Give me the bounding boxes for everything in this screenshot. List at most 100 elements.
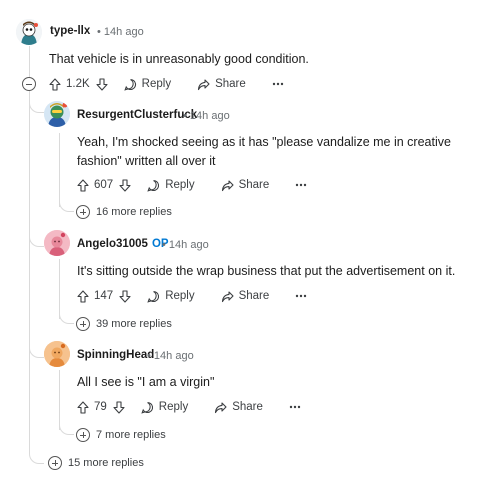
upvote-button[interactable]: 1.2K bbox=[49, 77, 90, 91]
reply-icon bbox=[141, 401, 153, 414]
reply-button[interactable]: Reply bbox=[123, 78, 172, 91]
more-replies-label: 7 more replies bbox=[96, 429, 166, 441]
share-icon bbox=[221, 179, 234, 191]
upvote-icon bbox=[49, 77, 61, 91]
reply-icon bbox=[147, 290, 160, 303]
comment-meta: • 14h ago bbox=[183, 110, 230, 122]
ellipsis-icon bbox=[296, 183, 307, 187]
thread-curve bbox=[59, 311, 74, 324]
downvote-button[interactable] bbox=[113, 400, 125, 414]
comment-body: It's sitting outside the wrap business t… bbox=[77, 264, 456, 278]
username-link[interactable]: Angelo31005 bbox=[77, 238, 148, 250]
upvote-button[interactable]: 79 bbox=[77, 400, 107, 414]
thread-curve bbox=[29, 234, 44, 247]
ellipsis-icon bbox=[289, 405, 301, 409]
reply-button[interactable]: Reply bbox=[147, 179, 195, 192]
plus-circle-icon bbox=[76, 317, 90, 331]
comment-actions: 1.2K Reply Share bbox=[49, 74, 284, 94]
upvote-icon bbox=[77, 289, 89, 303]
comment-meta: • 14h ago bbox=[97, 26, 144, 38]
comment-body: All I see is "I am a virgin" bbox=[77, 375, 215, 389]
upvote-button[interactable]: 607 bbox=[77, 178, 114, 192]
thread-curve bbox=[59, 199, 74, 212]
reply-label: Reply bbox=[165, 179, 195, 191]
more-options-button[interactable] bbox=[289, 405, 301, 409]
more-replies-label: 16 more replies bbox=[96, 206, 172, 218]
upvote-icon bbox=[77, 178, 89, 192]
downvote-button[interactable] bbox=[119, 178, 131, 192]
share-icon bbox=[215, 401, 227, 413]
comment-meta: • 14h ago bbox=[162, 239, 209, 251]
reply-button[interactable]: Reply bbox=[147, 290, 195, 303]
thread-more-replies-button[interactable]: 15 more replies bbox=[48, 456, 144, 470]
avatar[interactable] bbox=[16, 19, 42, 45]
reply-label: Reply bbox=[165, 290, 195, 302]
more-replies-button[interactable]: 39 more replies bbox=[76, 317, 172, 331]
reply-icon bbox=[123, 78, 136, 91]
avatar[interactable] bbox=[44, 230, 70, 256]
separator-dot: • bbox=[97, 26, 101, 38]
more-replies-button[interactable]: 7 more replies bbox=[76, 428, 166, 442]
downvote-icon bbox=[96, 77, 108, 91]
more-options-button[interactable] bbox=[295, 294, 307, 298]
more-options-button[interactable] bbox=[295, 183, 307, 187]
timestamp[interactable]: 14h ago bbox=[190, 110, 230, 122]
share-label: Share bbox=[215, 78, 246, 90]
comment-actions: 79 Reply Share bbox=[77, 397, 301, 417]
comment-actions: 147 Reply Share bbox=[77, 286, 307, 306]
plus-circle-icon bbox=[76, 205, 90, 219]
timestamp[interactable]: 14h ago bbox=[169, 239, 209, 251]
username[interactable]: type-llx bbox=[50, 25, 90, 37]
downvote-button[interactable] bbox=[119, 289, 131, 303]
thread-line-child[interactable] bbox=[59, 133, 60, 207]
separator-dot: • bbox=[183, 110, 187, 122]
reply-icon bbox=[147, 179, 160, 192]
share-icon bbox=[198, 78, 210, 90]
avatar[interactable] bbox=[44, 341, 70, 367]
thread-curve bbox=[29, 100, 44, 113]
timestamp[interactable]: 14h ago bbox=[154, 350, 194, 362]
reply-label: Reply bbox=[158, 401, 189, 413]
separator-dot: • bbox=[162, 239, 166, 251]
thread-curve bbox=[29, 451, 44, 464]
more-options-button[interactable] bbox=[272, 82, 284, 86]
reply-button[interactable]: Reply bbox=[141, 401, 188, 414]
share-label: Share bbox=[238, 179, 270, 191]
username[interactable]: ResurgentClusterfuck bbox=[77, 109, 197, 121]
ellipsis-icon bbox=[272, 82, 283, 86]
downvote-icon bbox=[119, 289, 131, 303]
downvote-icon bbox=[119, 178, 131, 192]
thread-curve bbox=[29, 345, 44, 358]
vote-count: 607 bbox=[94, 179, 114, 191]
more-replies-label: 39 more replies bbox=[96, 318, 172, 330]
downvote-button[interactable] bbox=[96, 77, 108, 91]
share-icon bbox=[221, 290, 234, 302]
plus-circle-icon bbox=[48, 456, 62, 470]
vote-count: 147 bbox=[94, 290, 114, 302]
share-label: Share bbox=[238, 290, 270, 302]
timestamp[interactable]: 14h ago bbox=[104, 26, 144, 38]
upvote-button[interactable]: 147 bbox=[77, 289, 114, 303]
reply-label: Reply bbox=[141, 78, 172, 90]
share-button[interactable]: Share bbox=[197, 78, 246, 91]
separator-dot: • bbox=[147, 350, 151, 362]
vote-count: 1.2K bbox=[66, 78, 90, 90]
thread-line-child[interactable] bbox=[59, 259, 60, 319]
share-button[interactable]: Share bbox=[221, 179, 270, 192]
username[interactable]: SpinningHead bbox=[77, 349, 154, 361]
thread-curve bbox=[59, 422, 74, 435]
vote-count: 79 bbox=[94, 401, 107, 413]
more-replies-button[interactable]: 16 more replies bbox=[76, 205, 172, 219]
share-button[interactable]: Share bbox=[214, 401, 263, 414]
share-label: Share bbox=[232, 401, 263, 413]
collapse-thread-button[interactable] bbox=[22, 77, 36, 91]
ellipsis-icon bbox=[296, 294, 307, 298]
comment-body: That vehicle is in unreasonably good con… bbox=[49, 52, 309, 66]
plus-circle-icon bbox=[76, 428, 90, 442]
downvote-icon bbox=[113, 400, 125, 414]
username: Angelo31005 OP bbox=[77, 238, 169, 250]
share-button[interactable]: Share bbox=[221, 290, 270, 303]
upvote-icon bbox=[77, 400, 89, 414]
thread-line-child[interactable] bbox=[59, 370, 60, 430]
avatar[interactable] bbox=[44, 101, 70, 127]
